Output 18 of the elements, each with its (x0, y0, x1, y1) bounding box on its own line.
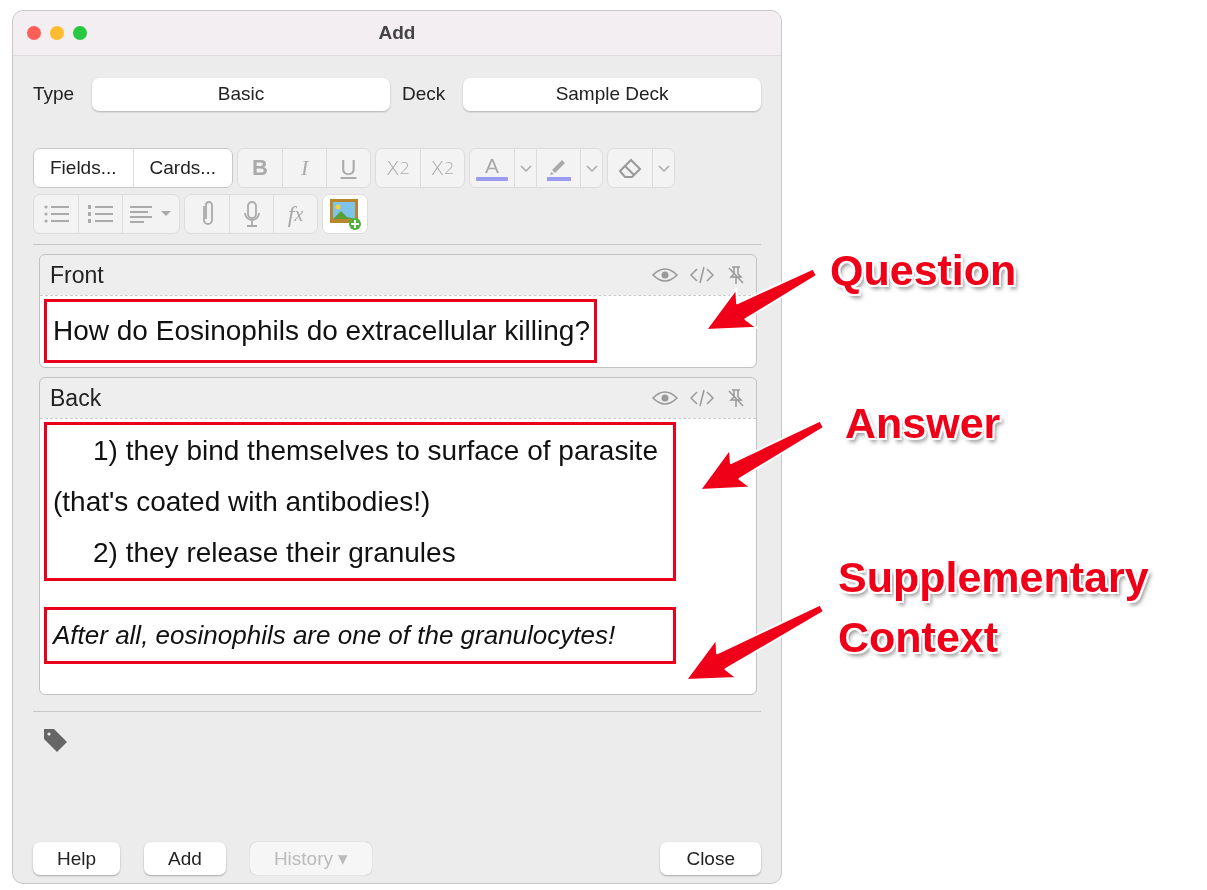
field-name: Back (50, 384, 103, 412)
field-text[interactable]: 2) they release their granules (47, 527, 673, 578)
annotation-label: Question (830, 245, 1018, 296)
dialog-button[interactable]: Help (33, 842, 121, 875)
selector-label: Type (33, 83, 75, 105)
field-text[interactable]: 1) they bind themselves to surface of parasite (that's coated with antibodies!) (47, 425, 673, 527)
cards-button[interactable]: Cards... (132, 149, 233, 187)
dialog-button[interactable]: Add (144, 842, 226, 875)
dialog-button[interactable]: Close (660, 842, 761, 875)
type-selector[interactable]: Basic (92, 77, 390, 111)
field-name: Front (50, 261, 105, 289)
deck-selector[interactable]: Sample Deck (463, 77, 761, 111)
fields-button[interactable]: Fields... (34, 149, 133, 187)
annotation-label: Supplementary Context (838, 552, 1150, 663)
annotation-label: Answer (845, 398, 1002, 449)
selector-label: Deck (401, 83, 446, 105)
window-title: Add (378, 22, 416, 43)
field-text[interactable]: After all, eosinophils are one of the granulocytes! (47, 610, 673, 661)
